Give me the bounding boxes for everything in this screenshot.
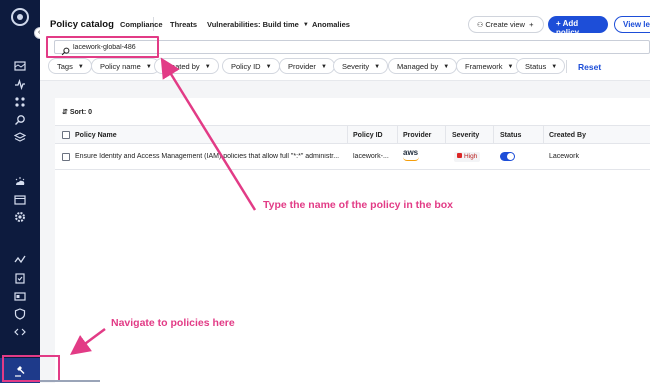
caret-down-icon: ▼ (507, 64, 514, 70)
col-severity[interactable]: Severity (452, 132, 479, 139)
window-icon[interactable] (14, 194, 26, 206)
filter-bar: Tags ▼ Policy name ▼ Created by ▼ Policy ID… (48, 58, 650, 76)
col-policy-id[interactable]: Policy ID (353, 132, 383, 139)
clipboard-check-icon[interactable] (14, 272, 26, 284)
status-toggle[interactable] (500, 152, 515, 161)
filter-tags[interactable]: Tags ▼ (48, 58, 92, 74)
col-policy-name[interactable]: Policy Name (75, 132, 117, 139)
caret-down-icon: ▼ (551, 64, 558, 70)
id-card-icon[interactable] (14, 290, 26, 302)
view-legacy-button[interactable]: View leg (614, 16, 650, 33)
nav-hint-annotation: Navigate to policies here (111, 317, 235, 329)
filter-status[interactable]: Status ▼ (516, 58, 566, 74)
caret-down-icon: ▼ (145, 64, 152, 70)
create-view-button[interactable]: ⚇ Create view + (468, 16, 544, 33)
column-divider (397, 126, 398, 145)
row-created-by: Lacework (549, 153, 579, 160)
search-highlight-box (46, 36, 159, 58)
add-policy-button[interactable]: + Add policy (548, 16, 608, 37)
tab-vulnerabilities-build-time[interactable]: Vulnerabilities: Build time ▼ (207, 20, 309, 29)
caret-down-icon: ▼ (374, 64, 381, 70)
gear-icon[interactable] (14, 211, 26, 223)
column-divider (543, 126, 544, 145)
page-title: Policy catalog (50, 19, 114, 30)
nav-highlight-box (2, 355, 60, 382)
scroll-indicator (40, 380, 100, 382)
filter-managed-by-label: Managed by (397, 62, 439, 71)
filter-created-by-label: Created by (163, 62, 200, 71)
row-policy-name[interactable]: Ensure Identity and Access Management (I… (75, 153, 345, 160)
chevron-down-icon: ▼ (302, 22, 309, 28)
filter-tags-label: Tags (57, 62, 73, 71)
filter-policy-id-label: Policy ID (231, 62, 261, 71)
search-nav-icon[interactable] (14, 114, 26, 126)
sort-icon: ⇵ (62, 109, 68, 116)
filter-policy-name[interactable]: Policy name ▼ (91, 58, 160, 74)
activity-icon[interactable] (14, 78, 26, 90)
select-all-checkbox[interactable] (62, 131, 70, 139)
col-created-by[interactable]: Created By (549, 132, 586, 139)
filter-status-label: Status (525, 62, 547, 71)
filter-framework[interactable]: Framework ▼ (456, 58, 522, 74)
create-view-label: Create view (485, 20, 525, 29)
column-divider (347, 126, 348, 145)
caret-down-icon: ▼ (320, 64, 327, 70)
tab-anomalies[interactable]: Anomalies (312, 20, 350, 29)
sort-control[interactable]: ⇵ Sort: 0 (62, 108, 92, 116)
app-root: « (0, 0, 650, 383)
col-provider[interactable]: Provider (403, 132, 431, 139)
left-nav-rail: « (0, 0, 46, 383)
table-header: Policy Name Policy ID Provider Severity … (55, 125, 650, 145)
table-row[interactable]: Ensure Identity and Access Management (I… (55, 144, 650, 170)
filter-managed-by[interactable]: Managed by ▼ (388, 58, 458, 74)
policy-table-card: ⇵ Sort: 0 Policy Name Policy ID Provider… (55, 98, 650, 383)
caret-down-icon: ▼ (77, 64, 84, 70)
filter-policy-id[interactable]: Policy ID ▼ (222, 58, 280, 74)
aws-logo-icon: aws (403, 148, 419, 157)
binoculars-icon: ⚇ (477, 22, 484, 29)
tab-compliance[interactable]: Compliance (120, 20, 163, 29)
column-divider (445, 126, 446, 145)
page-header: Policy catalog Compliance Threats Vulner… (40, 0, 650, 40)
tab-threats[interactable]: Threats (170, 20, 197, 29)
col-status[interactable]: Status (500, 132, 521, 139)
aws-smile-icon (403, 157, 419, 161)
caret-down-icon: ▼ (443, 64, 450, 70)
plus-icon: + (529, 20, 534, 29)
filter-provider-label: Provider (288, 62, 316, 71)
apps-grid-icon[interactable] (14, 96, 26, 108)
caret-down-icon: ▼ (204, 64, 211, 70)
row-checkbox[interactable] (62, 153, 70, 161)
search-hint-annotation: Type the name of the policy in the box (263, 199, 453, 211)
filter-severity[interactable]: Severity ▼ (333, 58, 389, 74)
column-divider (493, 126, 494, 145)
severity-high-icon (457, 153, 462, 158)
code-icon[interactable] (14, 326, 26, 338)
filter-created-by[interactable]: Created by ▼ (154, 58, 219, 74)
filter-severity-label: Severity (342, 62, 370, 71)
layers-icon[interactable] (14, 132, 26, 144)
shield-icon[interactable] (14, 308, 26, 320)
pulse-icon[interactable] (14, 254, 26, 266)
filter-provider[interactable]: Provider ▼ (279, 58, 335, 74)
dashboard-icon[interactable] (14, 60, 26, 72)
row-policy-id: lacework-... (353, 153, 389, 160)
lacework-logo-icon[interactable] (11, 8, 29, 26)
sort-label: Sort: 0 (69, 109, 92, 116)
filter-framework-label: Framework (465, 62, 503, 71)
reset-filters-button[interactable]: Reset (578, 62, 601, 72)
severity-label: High (464, 153, 478, 160)
filter-policy-name-label: Policy name (100, 62, 141, 71)
severity-badge: High (454, 152, 481, 162)
caret-down-icon: ▼ (265, 64, 272, 70)
cloud-sun-icon[interactable] (14, 176, 26, 188)
tab-vulnerabilities-label: Vulnerabilities: Build time (207, 20, 299, 29)
filter-divider (566, 60, 567, 73)
